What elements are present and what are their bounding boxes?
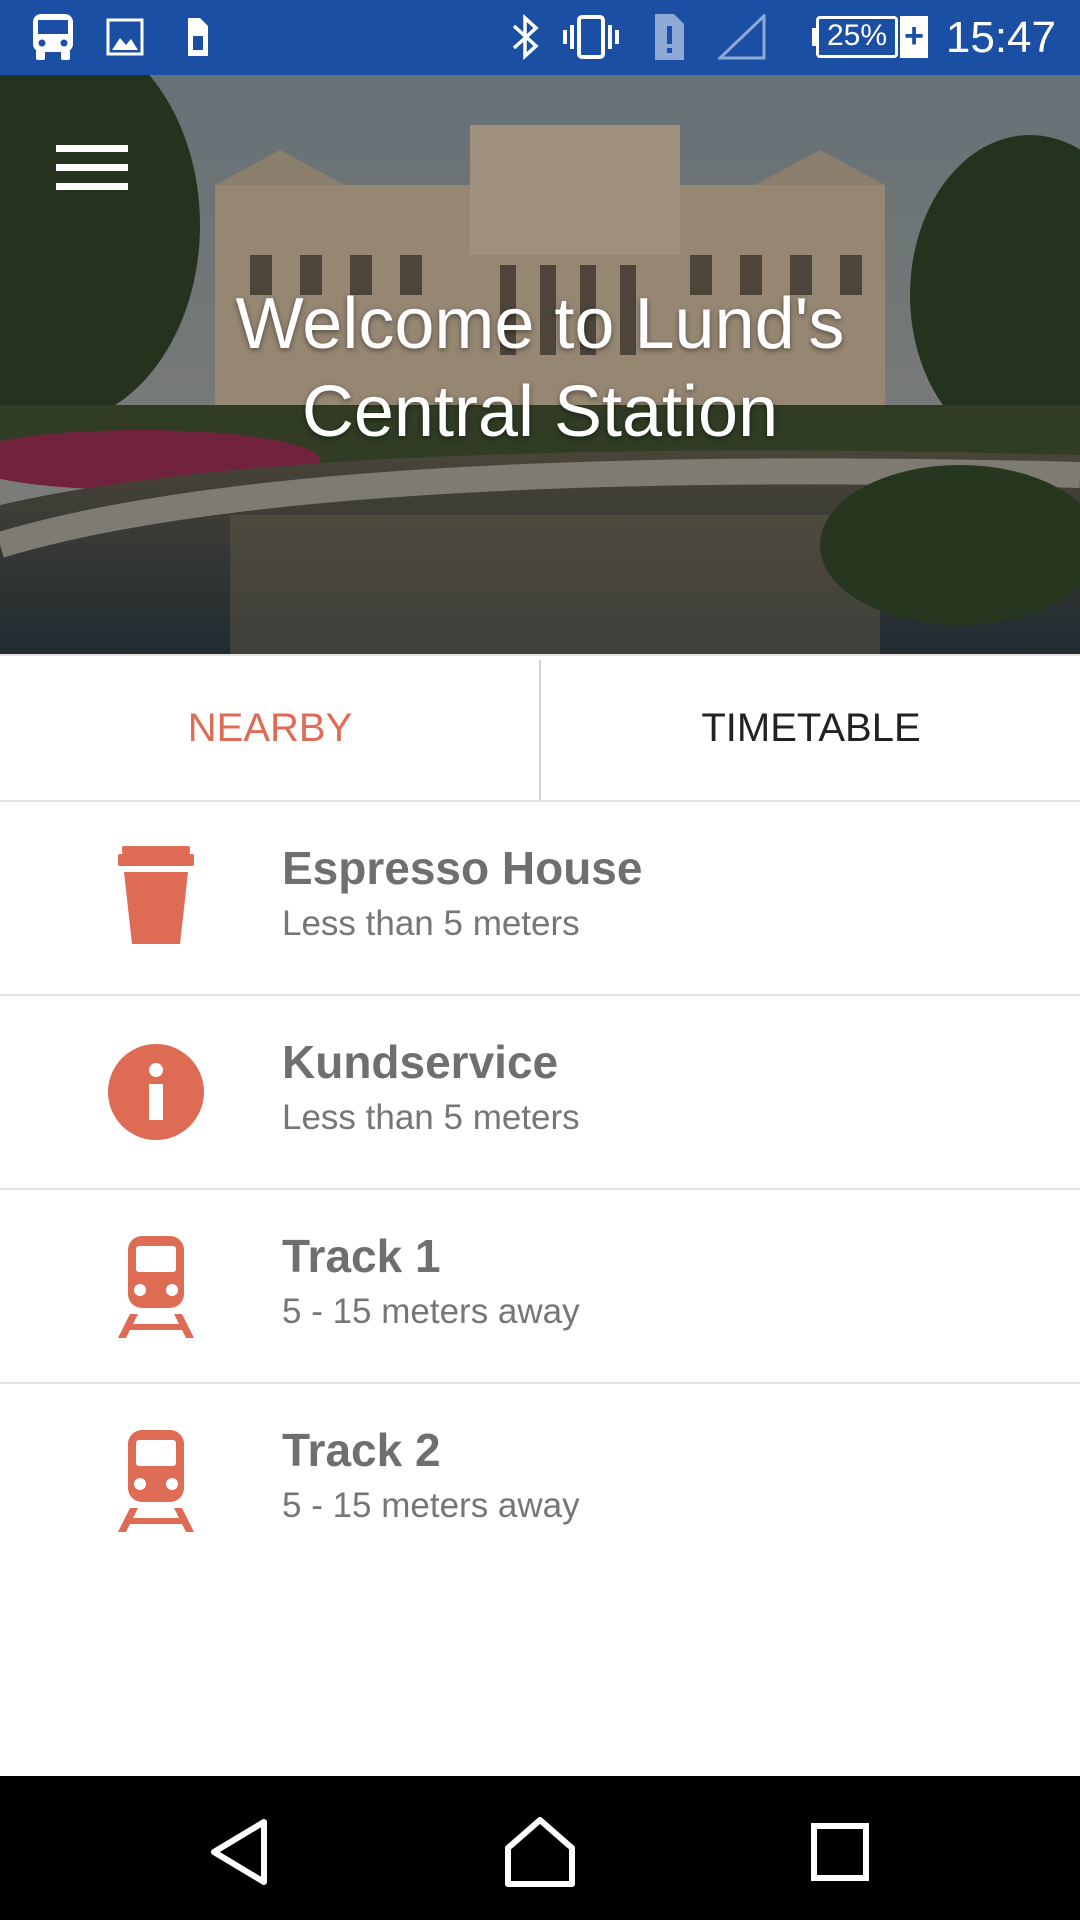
home-icon[interactable]	[500, 1812, 580, 1892]
page-title: Welcome to Lund's Central Station	[235, 284, 845, 452]
list-item-kundservice[interactable]: Kundservice Less than 5 meters	[0, 996, 1080, 1190]
battery-percent: 25%	[826, 19, 888, 52]
sim-alert-icon	[655, 14, 684, 60]
list-item-espresso-house[interactable]: Espresso House Less than 5 meters	[0, 802, 1080, 996]
list-item-track-1[interactable]: Track 1 5 - 15 meters away	[0, 1190, 1080, 1384]
item-distance: 5 - 15 meters away	[282, 1292, 580, 1331]
item-distance: Less than 5 meters	[282, 904, 580, 943]
nearby-list: Espresso House Less than 5 meters Kundse…	[0, 802, 1080, 1578]
menu-button[interactable]	[52, 139, 132, 199]
status-time: 15:47	[945, 13, 1056, 62]
signal-icon	[718, 14, 766, 60]
coffee-cup-icon	[118, 846, 194, 944]
navigation-bar	[0, 1776, 1080, 1920]
item-title: Kundservice	[282, 1036, 559, 1088]
charging-indicator: +	[900, 16, 928, 58]
tab-timetable[interactable]: TIMETABLE	[541, 656, 1080, 800]
item-title: Espresso House	[282, 842, 643, 894]
item-distance: Less than 5 meters	[282, 1098, 580, 1137]
battery-icon: 25% +	[812, 16, 928, 58]
list-item-track-2[interactable]: Track 2 5 - 15 meters away	[0, 1384, 1080, 1578]
item-distance: 5 - 15 meters away	[282, 1486, 580, 1525]
train-icon	[118, 1430, 194, 1532]
item-title: Track 1	[282, 1230, 441, 1282]
tab-bar: NEARBY TIMETABLE	[0, 654, 1080, 802]
recents-icon[interactable]	[800, 1812, 880, 1892]
vibrate-icon	[563, 15, 619, 59]
train-icon	[118, 1236, 194, 1338]
sim-card-icon	[188, 18, 208, 56]
image-icon	[106, 18, 144, 56]
bus-icon	[33, 14, 73, 60]
info-icon	[108, 1044, 204, 1140]
item-title: Track 2	[282, 1424, 441, 1476]
back-icon[interactable]	[200, 1812, 280, 1892]
status-bar: 25% + 15:47	[0, 0, 1080, 75]
bluetooth-icon	[512, 14, 539, 60]
tab-nearby[interactable]: NEARBY	[0, 656, 540, 800]
hero-banner: Welcome to Lund's Central Station	[0, 75, 1080, 654]
